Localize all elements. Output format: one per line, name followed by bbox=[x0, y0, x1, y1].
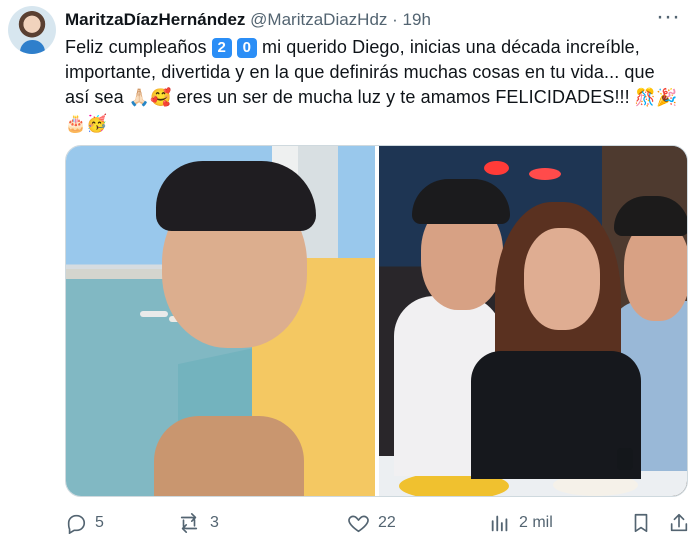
views-count: 2 mil bbox=[519, 514, 553, 531]
boat bbox=[140, 311, 168, 317]
heart-icon bbox=[347, 512, 370, 534]
author-handle[interactable]: @MaritzaDiazHdz bbox=[250, 10, 387, 29]
separator: · bbox=[392, 10, 398, 29]
share-button[interactable] bbox=[668, 510, 690, 536]
woman-face bbox=[524, 228, 600, 330]
watch bbox=[617, 448, 633, 470]
background-light bbox=[484, 161, 509, 175]
keycap-two: 2 bbox=[211, 38, 232, 58]
views-button[interactable]: 2 mil bbox=[489, 510, 553, 536]
post-header: MaritzaDíazHernández @MaritzaDiazHdz · 1… bbox=[65, 9, 431, 31]
avatar[interactable] bbox=[8, 6, 56, 54]
photo-right[interactable] bbox=[379, 146, 687, 496]
person-diego-arm bbox=[154, 416, 304, 496]
like-button[interactable]: 22 bbox=[347, 510, 396, 536]
more-options-button[interactable]: ··· bbox=[656, 5, 680, 29]
prayer-heart-emoji: 🙏🏻🥰 bbox=[128, 88, 172, 108]
post-text: Feliz cumpleaños 2 0 mi querido Diego, i… bbox=[65, 35, 680, 137]
post-text-part-1: Feliz cumpleaños bbox=[65, 37, 212, 57]
repost-icon bbox=[176, 512, 202, 534]
reply-count: 5 bbox=[95, 514, 104, 531]
repost-count: 3 bbox=[210, 514, 219, 531]
photo-left[interactable] bbox=[66, 146, 375, 496]
keycap-zero: 0 bbox=[236, 38, 257, 58]
reply-icon bbox=[65, 512, 87, 534]
person-diego-hair bbox=[156, 161, 316, 231]
man-face bbox=[624, 221, 687, 321]
post-text-part-3: eres un ser de mucha luz y te amamos FEL… bbox=[171, 87, 635, 107]
like-count: 22 bbox=[378, 514, 396, 531]
media-grid bbox=[65, 145, 688, 497]
reply-button[interactable]: 5 bbox=[65, 510, 104, 536]
post-time[interactable]: 19h bbox=[403, 10, 431, 29]
bookmark-icon bbox=[631, 512, 651, 534]
woman-dress bbox=[471, 351, 641, 479]
views-icon bbox=[489, 512, 511, 534]
share-icon bbox=[668, 512, 690, 534]
repost-button[interactable]: 3 bbox=[176, 510, 219, 536]
cake-party-emoji: 🎂🥳 bbox=[65, 114, 108, 134]
post-actions: 5 3 22 2 mil bbox=[65, 510, 690, 536]
background-light bbox=[529, 168, 561, 180]
boy-hair bbox=[412, 179, 510, 224]
celebration-emoji: 🎊🎉 bbox=[634, 88, 678, 108]
author-name[interactable]: MaritzaDíazHernández bbox=[65, 10, 245, 29]
bookmark-button[interactable] bbox=[631, 510, 651, 536]
